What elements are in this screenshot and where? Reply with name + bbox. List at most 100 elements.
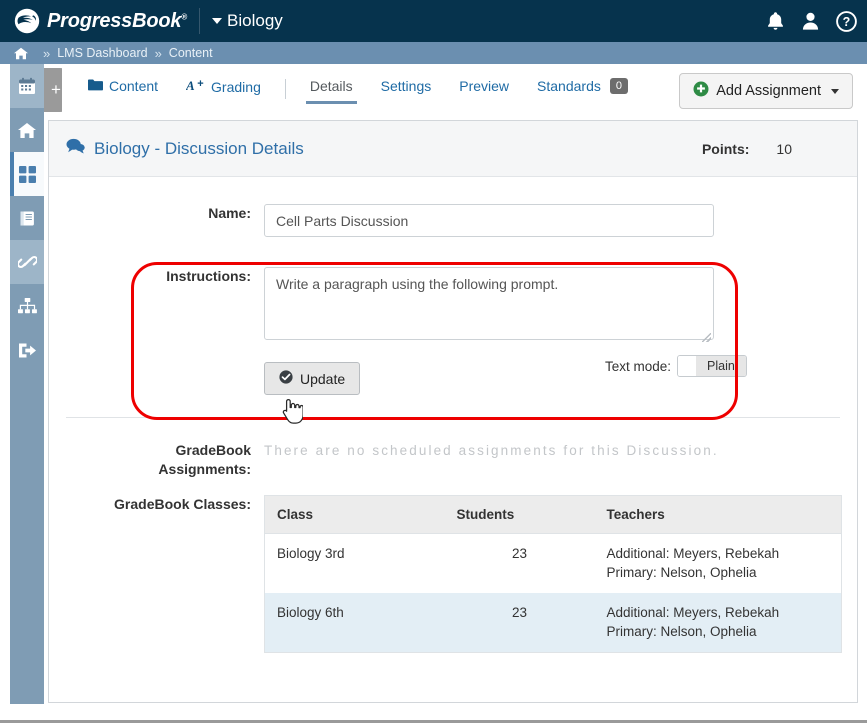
gradebook-classes-table: Class Students Teachers Biology 3rd 23 A… [264,494,842,654]
logout-icon [18,342,37,359]
standards-count-badge: 0 [609,78,628,94]
sidebar-item-home[interactable] [10,108,44,152]
tab-grading[interactable]: A + Grading [172,75,275,105]
svg-text:?: ? [843,15,851,29]
table-header-row: Class Students Teachers [264,495,842,534]
discussion-bubble-icon [66,138,85,159]
text-mode-toggle-knob [678,356,697,376]
cell-teachers: Additional: Meyers, Rebekah Primary: Nel… [594,533,842,593]
text-mode-toggle[interactable]: Plain [677,355,747,377]
tab-settings[interactable]: Settings [367,75,446,104]
cell-teachers-primary: Primary: Nelson, Ophelia [606,624,757,640]
cell-teachers-primary: Primary: Nelson, Ophelia [606,565,757,581]
section-divider [66,417,840,418]
textarea-resize-grip[interactable] [702,333,711,342]
a-plus-icon: A + [185,78,205,95]
column-header-teachers: Teachers [594,495,842,534]
course-selector-label: Biology [227,11,283,30]
section-tabstrip: Content A + Grading Details Settings Pre… [62,64,867,114]
gradebook-classes-label: GradeBook Classes: [114,495,251,512]
tab-preview[interactable]: Preview [445,75,523,104]
help-question-icon[interactable]: ? [836,10,857,32]
table-row[interactable]: Biology 3rd 23 Additional: Meyers, Rebek… [264,533,842,593]
panel-body: Name: Text mode: Plain Instructions: [49,204,857,654]
header-icon-group: ? [766,0,857,42]
home-icon[interactable] [14,47,28,60]
gradebook-classes-value: Class Students Teachers Biology 3rd 23 A… [264,494,857,654]
left-sidebar [10,64,44,704]
progressbook-logo-icon [14,8,40,34]
tab-details-label: Details [309,78,353,94]
gradebook-assignments-label: GradeBook Assignments: [49,441,264,479]
gradebook-assignments-row: GradeBook Assignments: There are no sche… [49,441,857,479]
breadcrumb-separator-1: » [43,45,51,61]
text-mode-label: Text mode: [605,358,672,374]
tab-settings-label: Settings [380,78,432,94]
no-assignments-message: There are no scheduled assignments for t… [264,443,719,458]
tab-list: Content A + Grading Details Settings Pre… [74,75,642,105]
table-row[interactable]: Biology 6th 23 Additional: Meyers, Rebek… [264,592,842,653]
cell-teachers-additional: Additional: Meyers, Rebekah [606,604,780,620]
tab-content[interactable]: Content [74,75,172,104]
sitemap-icon [17,298,37,314]
column-header-class: Class [264,495,445,534]
details-panel: Biology - Discussion Details Points: 10 … [48,120,858,703]
sidebar-item-dashboard[interactable] [10,152,44,196]
links-chain-icon [17,253,37,271]
points-group: Points: 10 [702,121,792,177]
tab-content-label: Content [109,78,159,94]
instructions-textarea[interactable] [264,267,714,340]
home-icon [18,122,36,139]
name-input[interactable] [264,204,714,237]
cell-students: 23 [444,533,595,593]
gradebook-assignments-label-line2: Assignments: [158,460,251,477]
cell-students: 23 [444,592,595,653]
instructions-label: Instructions: [166,268,251,284]
name-row: Name: [49,204,857,237]
svg-text:+: + [197,78,203,90]
page-root: ProgressBook® Biology ? » LMS Dashboard … [0,0,867,723]
add-assignment-label: Add Assignment [716,83,821,99]
textarea-wrap [264,267,714,345]
tab-divider [284,79,286,99]
gradebook-classes-row: GradeBook Classes: Class Students Teache… [49,494,857,654]
sidebar-item-gradebook[interactable] [10,196,44,240]
cell-class: Biology 3rd [264,533,445,593]
sidebar-item-links[interactable] [10,240,44,284]
panel-title-text: Biology - Discussion Details [94,138,304,158]
brand-logo-group[interactable]: ProgressBook® [0,8,187,34]
pointing-hand-cursor [279,396,304,431]
sidebar-item-sitemap[interactable] [10,284,44,328]
points-label: Points: [701,141,750,157]
cell-teachers-additional: Additional: Meyers, Rebekah [606,545,780,561]
points-value: 10 [776,141,792,157]
tab-details[interactable]: Details [296,75,367,104]
instructions-field-wrap: Update [264,267,857,395]
sidebar-item-logout[interactable] [10,328,44,372]
gradebook-book-icon [18,210,36,227]
brand-name: ProgressBook® [47,9,188,32]
folder-icon [88,78,103,94]
gradebook-assignments-value: There are no scheduled assignments for t… [264,441,857,458]
breadcrumb-item-content[interactable]: Content [169,46,213,60]
update-button[interactable]: Update [264,362,361,395]
svg-text:A: A [186,78,195,92]
breadcrumb-item-lms-dashboard[interactable]: LMS Dashboard [57,46,147,60]
notifications-bell-icon[interactable] [766,11,785,31]
header-divider [199,8,201,34]
name-field-wrap [264,204,857,237]
user-account-icon[interactable] [801,11,820,31]
table-head: Class Students Teachers [264,495,842,534]
cell-class: Biology 6th [264,592,445,653]
gradebook-assignments-label-line1: GradeBook [175,442,251,458]
plus-circle-icon [693,81,709,101]
course-selector[interactable]: Biology [212,11,283,31]
tab-preview-label: Preview [459,78,510,94]
dashboard-grid-icon [18,165,36,183]
add-assignment-button[interactable]: Add Assignment [679,73,853,109]
panel-header: Biology - Discussion Details Points: 10 [49,121,857,177]
tab-standards[interactable]: Standards 0 [523,75,642,104]
tab-standards-label: Standards [537,78,601,94]
column-header-students: Students [444,495,595,534]
sidebar-item-calendar[interactable] [10,64,44,108]
